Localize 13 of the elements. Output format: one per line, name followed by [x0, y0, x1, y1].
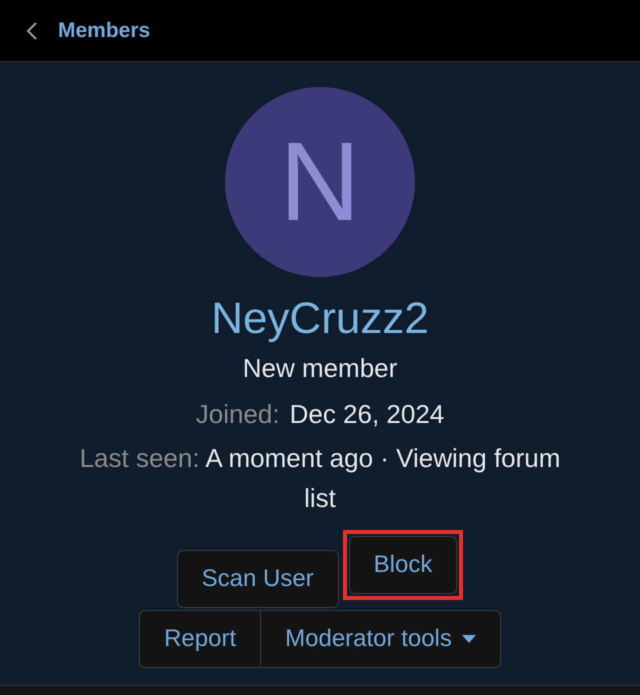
- joined-label: Joined:: [196, 398, 280, 431]
- member-role: New member: [242, 352, 398, 385]
- back-link[interactable]: Members: [58, 14, 150, 46]
- caret-icon: [462, 635, 476, 643]
- action-button[interactable]: Block: [348, 536, 458, 594]
- action-button[interactable]: Moderator tools: [261, 610, 501, 668]
- last-seen-text: Last seen: A moment ago · Viewing forum list: [78, 442, 562, 515]
- username: NeyCruzz2: [211, 293, 429, 345]
- action-button[interactable]: Scan User: [176, 550, 339, 608]
- action-button[interactable]: Report: [139, 610, 262, 668]
- avatar: N: [225, 87, 415, 277]
- back-icon[interactable]: [26, 20, 38, 40]
- joined-date: Dec 26, 2024: [290, 398, 444, 431]
